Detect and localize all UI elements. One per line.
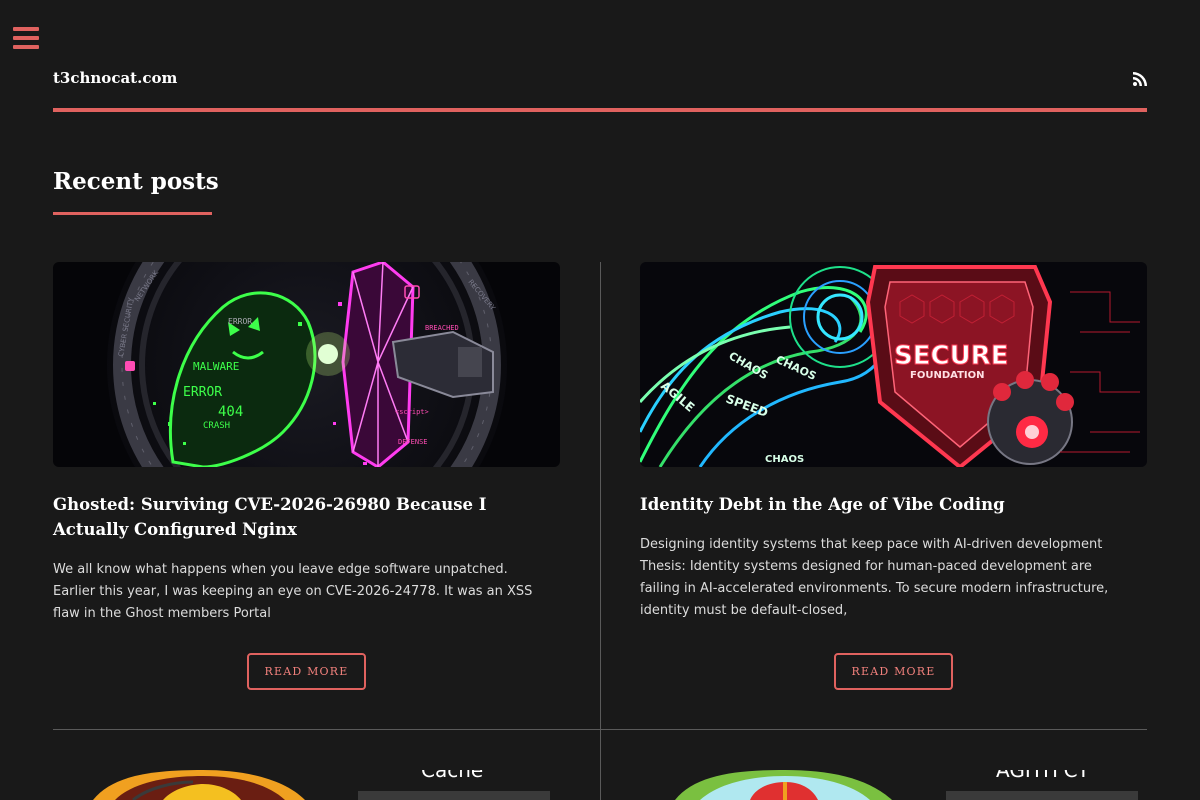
image-text: CHAOS <box>765 454 804 465</box>
image-text: ERROR <box>183 385 222 400</box>
section-underline <box>53 212 212 215</box>
image-text: ERROR <box>228 317 252 326</box>
image-text: 404 <box>218 404 243 420</box>
site-header: t3chnocat.com <box>53 60 1147 112</box>
image-bar <box>946 791 1138 800</box>
post-card: MALWARE ERROR 404 CRASH ERROR BREACHED <… <box>53 262 560 690</box>
image-text: MALWARE <box>193 360 239 373</box>
grid-divider-horizontal <box>53 729 1147 730</box>
rss-icon[interactable] <box>1133 72 1147 86</box>
post-excerpt: We all know what happens when you leave … <box>53 562 533 621</box>
image-text: BREACHED <box>425 324 459 332</box>
post-excerpt: Designing identity systems that keep pac… <box>640 537 1109 618</box>
post-thumbnail-link[interactable]: MALWARE ERROR 404 CRASH ERROR BREACHED <… <box>53 262 560 467</box>
post-thumbnail-image: MALWARE ERROR 404 CRASH ERROR BREACHED <… <box>53 262 560 467</box>
read-more-button[interactable]: READ MORE <box>834 653 953 690</box>
section-title: Recent posts <box>53 168 219 195</box>
post-peek-text: AGHTFCY <box>996 770 1090 782</box>
post-card-peek: AGHTFCY <box>640 770 1147 800</box>
hamburger-menu-icon[interactable] <box>13 27 39 49</box>
site-title-link[interactable]: t3chnocat.com <box>53 69 177 87</box>
image-text: <script> <box>395 408 429 416</box>
post-title-link[interactable]: Identity Debt in the Age of Vibe Coding <box>640 492 1147 517</box>
image-text: FOUNDATION <box>910 370 985 381</box>
image-text: DEFENSE <box>398 438 428 446</box>
post-card: CHAOS CHAOS SPEED AGILE CHAOS SECURE FOU… <box>640 262 1147 690</box>
post-card-peek: Cache <box>53 770 560 800</box>
image-text: SECURE <box>894 341 1008 371</box>
grid-divider-vertical <box>600 262 601 800</box>
image-text: CRASH <box>203 421 230 431</box>
page: t3chnocat.com Recent posts MALWARE ERROR… <box>0 0 1200 800</box>
read-more-button[interactable]: READ MORE <box>247 653 366 690</box>
post-title-link[interactable]: Ghosted: Surviving CVE-2026-26980 Becaus… <box>53 492 560 542</box>
image-bar <box>358 791 550 800</box>
post-thumbnail-image: CHAOS CHAOS SPEED AGILE CHAOS SECURE FOU… <box>640 262 1147 467</box>
post-peek-text: Cache <box>421 770 484 782</box>
post-thumbnail-link[interactable]: CHAOS CHAOS SPEED AGILE CHAOS SECURE FOU… <box>640 262 1147 467</box>
